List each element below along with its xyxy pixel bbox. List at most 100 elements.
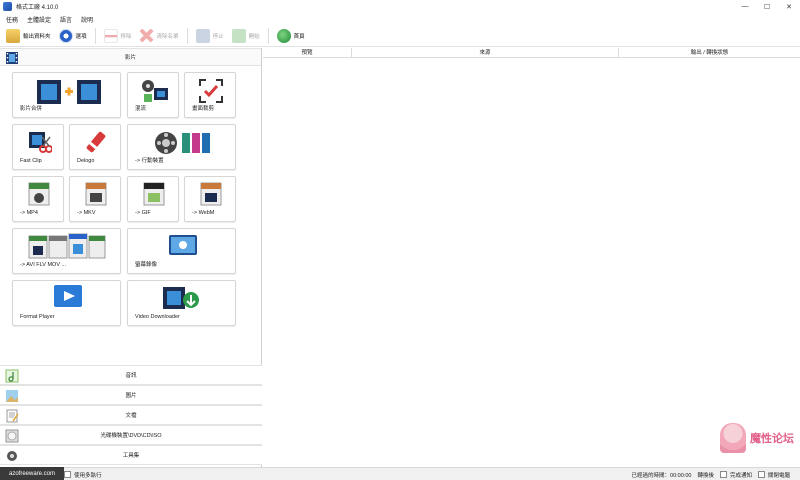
status-right: 已經過的時間：00:00:00 轉換後 完成通知 關閉電腦 xyxy=(632,468,796,480)
mp4-icon xyxy=(28,182,50,206)
section-disc-label: 光碟機裝置\DVD\CD\ISO xyxy=(100,433,162,439)
tile-gif[interactable]: -> GIF xyxy=(127,176,179,222)
mobile-device-icon xyxy=(155,132,210,154)
delogo-icon xyxy=(86,131,106,153)
avi-flv-mov-icon xyxy=(28,233,106,259)
notify-label: 完成通知 xyxy=(729,472,752,479)
toolbar-separator xyxy=(267,27,269,44)
tile-avi-flv-mov[interactable]: -> AVI FLV MOV ... xyxy=(12,228,121,274)
section-picture-label: 圖片 xyxy=(125,393,137,399)
tile-avi-flv-mov-label: -> AVI FLV MOV ... xyxy=(20,262,67,268)
section-video-label: 影片 xyxy=(124,55,136,61)
stop-label: 停止 xyxy=(212,33,224,40)
section-document-label: 文檔 xyxy=(125,413,137,419)
mkv-icon xyxy=(85,182,107,206)
mux-icon xyxy=(142,80,168,102)
clear-list-button[interactable]: 清除名單 xyxy=(139,27,179,45)
section-tools-label: 工具集 xyxy=(122,453,140,459)
start-label: 開始 xyxy=(248,33,260,40)
notify-checkbox[interactable] xyxy=(719,471,727,478)
tile-delogo-label: Delogo xyxy=(77,158,95,164)
title-bar: 格式工廠 4.10.0 — ☐ ✕ xyxy=(0,0,800,13)
forum-watermark-text: 魔性论坛 xyxy=(750,433,794,445)
tile-mobile-device-label: -> 行動裝置 xyxy=(135,158,164,164)
section-picture[interactable]: 圖片 xyxy=(0,385,262,405)
tile-format-player[interactable]: Format Player xyxy=(12,280,121,326)
home-button[interactable]: 首頁 xyxy=(276,27,305,45)
output-folder-label: 輸出資料夾 xyxy=(23,33,51,40)
stop-button[interactable]: 停止 xyxy=(195,27,224,45)
format-player-icon xyxy=(54,285,82,307)
output-folder-button[interactable]: 輸出資料夾 xyxy=(6,27,51,45)
tile-video-merge-label: 影片合併 xyxy=(20,106,43,112)
screen-record-icon xyxy=(169,235,197,255)
toolbar: 輸出資料夾 選項 移除 清除名單 停止 開始 首頁 xyxy=(0,25,800,47)
film-strip-icon xyxy=(6,52,18,64)
section-tools[interactable]: 工具集 xyxy=(0,445,262,465)
options-icon xyxy=(58,28,73,43)
remove-icon xyxy=(103,28,118,43)
folder-icon xyxy=(6,28,20,43)
options-label: 選項 xyxy=(75,33,87,40)
tile-video-merge[interactable]: 影片合併 xyxy=(12,72,121,118)
tile-crop[interactable]: 畫面裁剪 xyxy=(184,72,236,118)
start-button[interactable]: 開始 xyxy=(231,27,260,45)
disc-icon xyxy=(5,429,19,443)
tile-mkv[interactable]: -> MKV xyxy=(69,176,121,222)
remove-label: 移除 xyxy=(120,33,132,40)
minimize-button[interactable]: — xyxy=(734,0,756,13)
task-list-panel[interactable]: 預覽 來源 輸出 / 轉換狀態 魔性论坛 xyxy=(263,48,800,467)
multithread-checkbox[interactable] xyxy=(64,471,71,478)
tile-mp4[interactable]: -> MP4 xyxy=(12,176,64,222)
options-button[interactable]: 選項 xyxy=(58,27,87,45)
fast-clip-icon xyxy=(29,132,52,153)
window-title: 格式工廠 4.10.0 xyxy=(16,5,59,11)
remove-button[interactable]: 移除 xyxy=(103,27,132,45)
menu-help[interactable]: 說明 xyxy=(81,15,93,24)
close-button[interactable]: ✕ xyxy=(778,0,800,13)
maximize-button[interactable]: ☐ xyxy=(756,0,778,13)
crop-check-icon xyxy=(199,79,223,103)
multithread-label: 使用多執行 xyxy=(74,472,102,479)
app-icon xyxy=(3,2,12,11)
tile-delogo[interactable]: Delogo xyxy=(69,124,121,170)
tools-icon xyxy=(7,451,17,461)
tile-webm[interactable]: -> WebM xyxy=(184,176,236,222)
tile-video-downloader[interactable]: Video Downloader xyxy=(127,280,236,326)
tile-screen-record-label: 螢幕錄像 xyxy=(135,262,158,268)
tile-mobile-device[interactable]: -> 行動裝置 xyxy=(127,124,236,170)
menu-task[interactable]: 任務 xyxy=(6,15,18,24)
tile-screen-record[interactable]: 螢幕錄像 xyxy=(127,228,236,274)
document-icon xyxy=(6,409,19,423)
column-output-status[interactable]: 輸出 / 轉換狀態 xyxy=(619,48,800,57)
tile-mux[interactable]: 混流 xyxy=(127,72,179,118)
shutdown-checkbox[interactable] xyxy=(757,471,765,478)
tile-webm-label: -> WebM xyxy=(192,210,215,216)
tile-fast-clip-label: Fast Clip xyxy=(20,158,42,164)
toolbar-separator xyxy=(186,27,188,44)
stop-icon xyxy=(195,28,210,43)
tile-fast-clip[interactable]: Fast Clip xyxy=(12,124,64,170)
picture-icon xyxy=(6,390,18,402)
section-audio[interactable]: 音訊 xyxy=(0,365,262,385)
column-preview[interactable]: 預覽 xyxy=(263,48,352,57)
section-document[interactable]: 文檔 xyxy=(0,405,262,425)
elapsed-time: 已經過的時間：00:00:00 xyxy=(631,472,692,479)
mascot-figure xyxy=(720,423,746,453)
video-merge-icon xyxy=(37,80,101,104)
task-list-header: 預覽 來源 輸出 / 轉換狀態 xyxy=(263,48,800,58)
section-video[interactable]: 影片 xyxy=(0,48,261,66)
menu-skin[interactable]: 主體設定 xyxy=(27,15,51,24)
left-panel: 影片 影片合併 混流 畫面裁剪 Fast Clip Delogo -> 行動裝置… xyxy=(0,48,262,467)
section-disc[interactable]: 光碟機裝置\DVD\CD\ISO xyxy=(0,425,262,445)
column-source[interactable]: 來源 xyxy=(352,48,619,57)
window-controls: — ☐ ✕ xyxy=(734,0,800,13)
status-bar: 使用多執行 已經過的時間：00:00:00 轉換後 完成通知 關閉電腦 azof… xyxy=(0,467,800,480)
clear-list-label: 清除名單 xyxy=(156,33,179,40)
menu-bar: 任務 主體設定 語言 說明 xyxy=(0,13,800,25)
audio-icon xyxy=(5,369,19,383)
start-icon xyxy=(231,28,246,43)
menu-language[interactable]: 語言 xyxy=(60,15,72,24)
forum-watermark: 魔性论坛 xyxy=(720,423,794,453)
site-watermark: azofreeware.com xyxy=(0,467,64,480)
